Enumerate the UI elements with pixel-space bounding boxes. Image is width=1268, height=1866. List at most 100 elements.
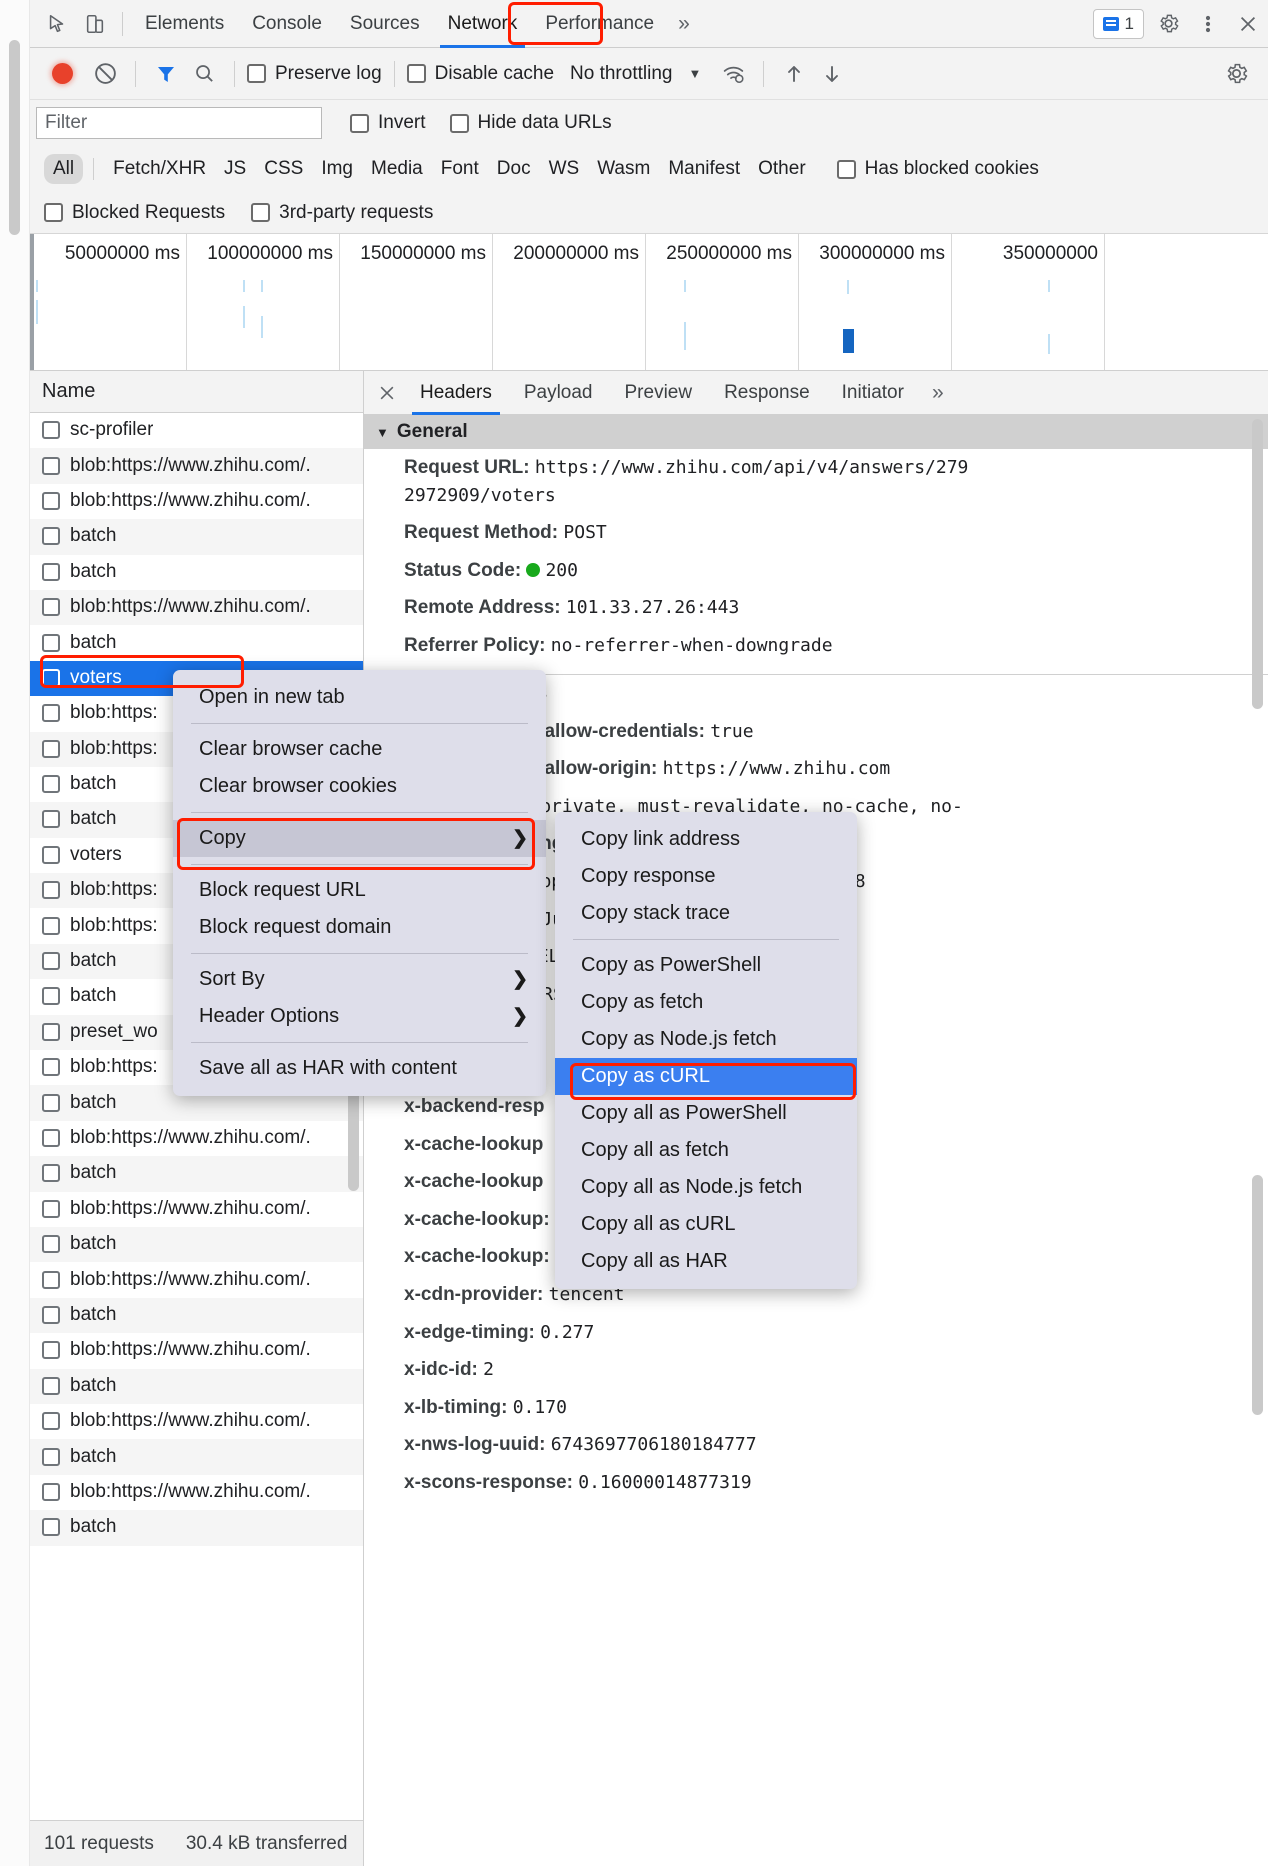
copy-submenu-item[interactable]: Copy all as PowerShell bbox=[555, 1095, 857, 1132]
gear-icon[interactable] bbox=[1148, 4, 1188, 44]
general-section-header[interactable]: ▼ General bbox=[364, 415, 1268, 449]
blocked-requests-checkbox[interactable]: Blocked Requests bbox=[44, 202, 225, 224]
request-row-checkbox[interactable] bbox=[42, 1341, 60, 1360]
search-icon[interactable] bbox=[186, 56, 222, 92]
close-icon[interactable] bbox=[1228, 4, 1268, 44]
checkbox-box[interactable] bbox=[251, 203, 271, 222]
request-row-checkbox[interactable] bbox=[42, 704, 60, 723]
network-conditions-icon[interactable] bbox=[715, 56, 751, 92]
copy-submenu[interactable]: Copy link address Copy response Copy stack… bbox=[555, 812, 857, 1289]
invert-checkbox[interactable]: Invert bbox=[350, 112, 426, 134]
request-row-checkbox[interactable] bbox=[42, 952, 60, 971]
request-row-checkbox[interactable] bbox=[42, 1376, 60, 1395]
context-menu-item[interactable]: Header Options ❯ bbox=[173, 998, 546, 1035]
tab-console[interactable]: Console bbox=[238, 0, 336, 48]
type-filter-js[interactable]: JS bbox=[215, 154, 255, 184]
copy-submenu-item[interactable]: Copy response bbox=[555, 858, 857, 895]
request-row-checkbox[interactable] bbox=[42, 1129, 60, 1147]
request-row-checkbox[interactable] bbox=[42, 598, 60, 617]
request-row-checkbox[interactable] bbox=[42, 421, 60, 440]
request-row-checkbox[interactable] bbox=[42, 881, 60, 900]
copy-submenu-item[interactable]: Copy all as HAR bbox=[555, 1243, 857, 1280]
request-row-checkbox[interactable] bbox=[42, 916, 60, 935]
copy-submenu-item[interactable]: Copy all as fetch bbox=[555, 1132, 857, 1169]
context-menu-item[interactable]: Block request URL bbox=[173, 872, 546, 909]
context-menu-item[interactable]: Clear browser cache bbox=[173, 731, 546, 768]
clear-button[interactable] bbox=[87, 56, 123, 92]
message-count-pill[interactable]: 1 bbox=[1092, 8, 1144, 39]
request-rows-container[interactable]: sc-profiler blob:https://www.zhihu.com/. b… bbox=[30, 413, 363, 1820]
details-more-tabs-button[interactable]: » bbox=[920, 381, 956, 405]
request-row-checkbox[interactable] bbox=[42, 1022, 60, 1041]
request-row[interactable]: batch bbox=[30, 1226, 363, 1263]
details-scrollbar[interactable] bbox=[1252, 419, 1263, 709]
hide-data-urls-checkbox[interactable]: Hide data URLs bbox=[449, 112, 612, 134]
export-har-icon[interactable] bbox=[814, 56, 850, 92]
request-row[interactable]: blob:https://www.zhihu.com/. bbox=[30, 1404, 363, 1439]
request-row-checkbox[interactable] bbox=[42, 987, 60, 1006]
request-list-column-header[interactable]: Name bbox=[30, 371, 363, 413]
type-filter-css[interactable]: CSS bbox=[255, 154, 312, 184]
checkbox-box[interactable] bbox=[836, 159, 856, 179]
has-blocked-cookies-checkbox[interactable]: Has blocked cookies bbox=[836, 158, 1039, 180]
request-row[interactable]: batch bbox=[30, 519, 363, 555]
tab-network[interactable]: Network bbox=[434, 0, 532, 48]
request-row-checkbox[interactable] bbox=[42, 1093, 60, 1112]
network-settings-gear-icon[interactable] bbox=[1218, 56, 1254, 92]
chevron-down-icon[interactable]: ▼ bbox=[688, 66, 701, 81]
copy-submenu-item[interactable]: Copy as PowerShell bbox=[555, 947, 857, 984]
request-row[interactable]: batch bbox=[30, 555, 363, 590]
filter-funnel-icon[interactable] bbox=[148, 56, 184, 92]
request-row-checkbox[interactable] bbox=[42, 562, 60, 581]
request-row[interactable]: batch bbox=[30, 1368, 363, 1404]
type-filter-media[interactable]: Media bbox=[362, 154, 432, 184]
context-menu-item[interactable]: Clear browser cookies bbox=[173, 768, 546, 805]
copy-submenu-item[interactable]: Copy as fetch bbox=[555, 984, 857, 1021]
context-menu-item[interactable]: Open in new tab bbox=[173, 679, 546, 716]
request-row-checkbox[interactable] bbox=[42, 810, 60, 829]
tab-payload[interactable]: Payload bbox=[508, 371, 609, 415]
tab-initiator[interactable]: Initiator bbox=[826, 371, 920, 415]
type-filter-wasm[interactable]: Wasm bbox=[588, 154, 659, 184]
checkbox-box[interactable] bbox=[44, 203, 63, 222]
import-har-icon[interactable] bbox=[776, 56, 812, 92]
request-row-checkbox[interactable] bbox=[42, 491, 60, 510]
request-row-checkbox[interactable] bbox=[42, 739, 60, 758]
context-menu-item[interactable]: Block request domain bbox=[173, 909, 546, 946]
request-row-checkbox[interactable] bbox=[42, 775, 60, 794]
record-button[interactable] bbox=[52, 63, 73, 84]
type-filter-ws[interactable]: WS bbox=[540, 154, 589, 184]
filter-input[interactable] bbox=[36, 107, 322, 139]
request-row[interactable]: batch bbox=[30, 625, 363, 660]
context-menu-item[interactable]: Copy ❯ bbox=[173, 820, 546, 857]
request-row[interactable]: blob:https://www.zhihu.com/. bbox=[30, 1121, 363, 1156]
checkbox-box[interactable] bbox=[350, 113, 369, 133]
type-filter-doc[interactable]: Doc bbox=[488, 154, 540, 184]
request-row[interactable]: blob:https://www.zhihu.com/. bbox=[30, 1333, 363, 1368]
request-context-menu[interactable]: Open in new tab Clear browser cache Clear … bbox=[173, 670, 546, 1096]
tab-sources[interactable]: Sources bbox=[336, 0, 434, 48]
request-row[interactable]: blob:https://www.zhihu.com/. bbox=[30, 448, 363, 484]
request-row-checkbox[interactable] bbox=[42, 1270, 60, 1289]
copy-submenu-item[interactable]: Copy as cURL bbox=[555, 1058, 857, 1095]
copy-submenu-item[interactable]: Copy all as cURL bbox=[555, 1206, 857, 1243]
cursor-select-icon[interactable] bbox=[38, 5, 76, 43]
tab-response[interactable]: Response bbox=[708, 371, 826, 415]
checkbox-box[interactable] bbox=[247, 64, 266, 83]
type-filter-img[interactable]: Img bbox=[312, 154, 362, 184]
request-row-checkbox[interactable] bbox=[42, 1412, 60, 1431]
request-row-checkbox[interactable] bbox=[42, 845, 60, 864]
page-scrollbar[interactable] bbox=[0, 0, 30, 1866]
type-filter-manifest[interactable]: Manifest bbox=[659, 154, 749, 184]
throttling-select[interactable]: No throttling bbox=[570, 63, 672, 85]
device-toolbar-icon[interactable] bbox=[76, 5, 114, 43]
more-vertical-icon[interactable] bbox=[1188, 4, 1228, 44]
copy-submenu-item[interactable]: Copy all as Node.js fetch bbox=[555, 1169, 857, 1206]
type-filter-fetch-xhr[interactable]: Fetch/XHR bbox=[104, 154, 215, 184]
copy-submenu-item[interactable]: Copy as Node.js fetch bbox=[555, 1021, 857, 1058]
request-row[interactable]: batch bbox=[30, 1297, 363, 1334]
request-row-checkbox[interactable] bbox=[42, 1199, 60, 1218]
request-row[interactable]: batch bbox=[30, 1156, 363, 1192]
request-row[interactable]: blob:https://www.zhihu.com/. bbox=[30, 1475, 363, 1510]
request-row-checkbox[interactable] bbox=[42, 1482, 60, 1501]
